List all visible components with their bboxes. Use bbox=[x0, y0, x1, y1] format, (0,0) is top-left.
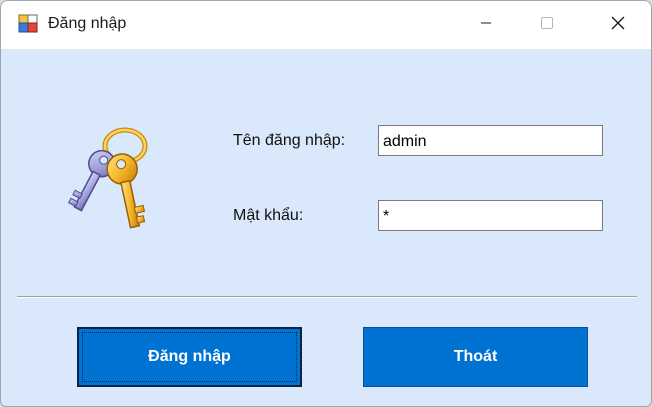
separator-line bbox=[17, 296, 637, 298]
password-label: Mật khẩu: bbox=[233, 207, 304, 224]
title-bar[interactable]: Đăng nhập bbox=[1, 1, 651, 50]
window-title: Đăng nhập bbox=[48, 15, 127, 32]
maximize-button[interactable] bbox=[524, 1, 570, 49]
exit-button-label: Thoát bbox=[453, 348, 498, 365]
login-window: Đăng nhập Tên đăng nhập: admin Mật khẩu:… bbox=[0, 0, 652, 407]
password-input[interactable] bbox=[378, 200, 603, 231]
close-icon bbox=[610, 15, 626, 36]
login-button[interactable]: Đăng nhập bbox=[77, 327, 302, 387]
minimize-icon bbox=[480, 16, 492, 34]
exit-button[interactable]: Thoát bbox=[363, 327, 588, 387]
window-app-icon bbox=[18, 14, 38, 34]
login-button-label: Đăng nhập bbox=[148, 348, 231, 365]
username-input[interactable] bbox=[378, 125, 603, 156]
keys-icon bbox=[61, 123, 153, 238]
username-label: Tên đăng nhập: bbox=[233, 132, 346, 149]
close-button[interactable] bbox=[595, 1, 641, 49]
maximize-icon bbox=[540, 16, 554, 35]
minimize-button[interactable] bbox=[463, 1, 509, 49]
